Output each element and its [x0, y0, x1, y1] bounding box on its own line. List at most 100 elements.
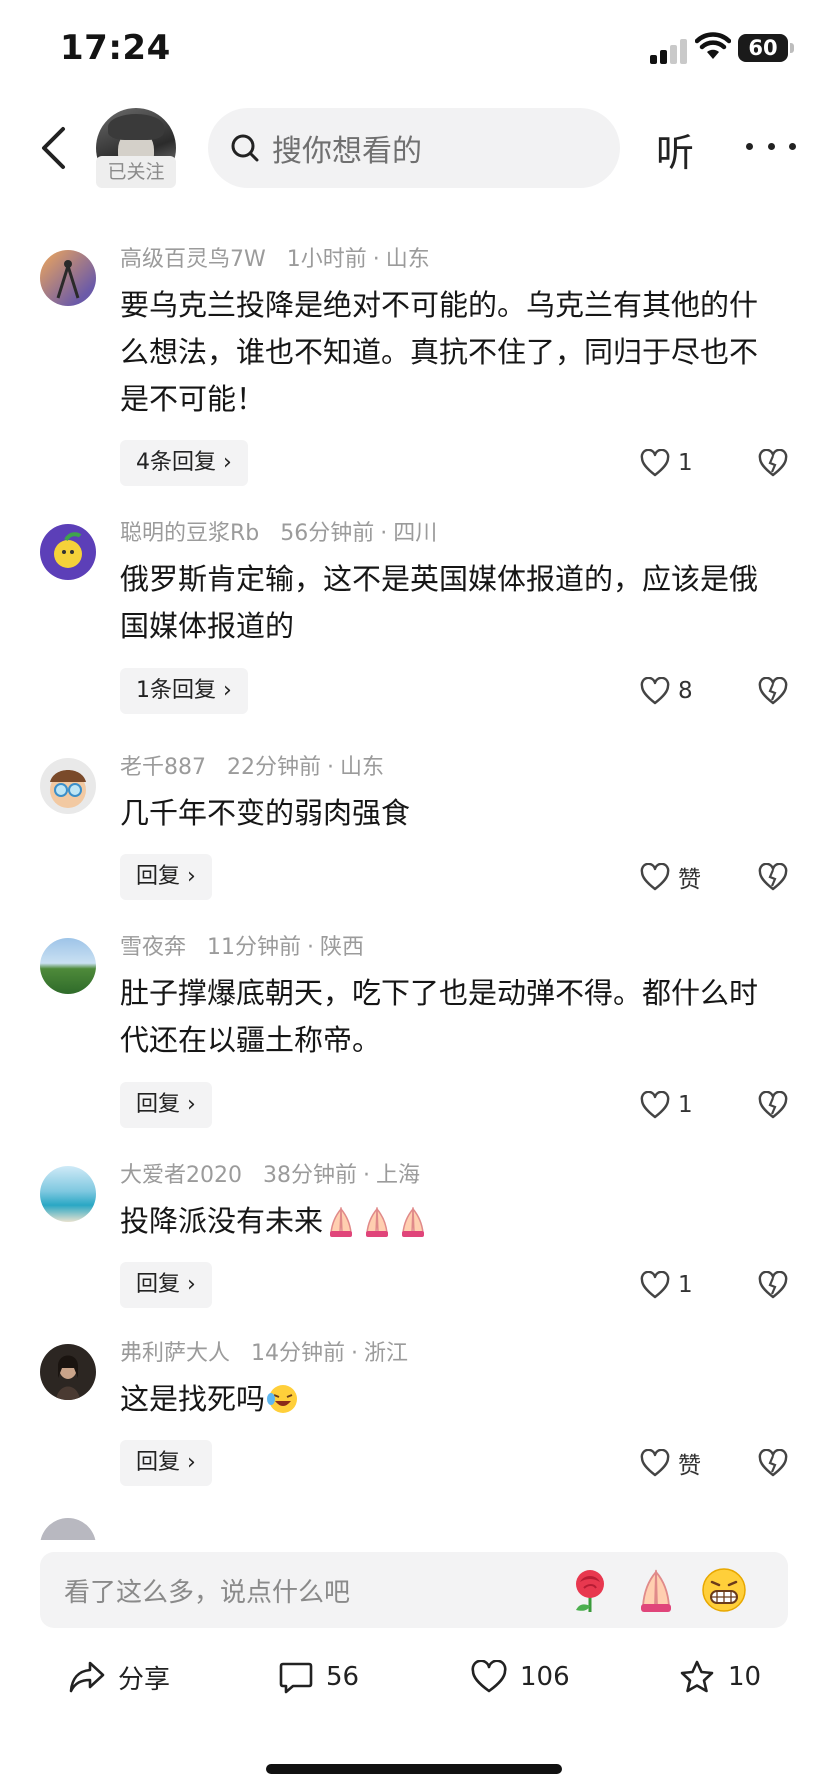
comment-item: 老千887 22分钟前 · 山东 几千年不变的弱肉强食 回复 › 赞 — [0, 752, 828, 902]
heart-icon — [640, 677, 670, 705]
broken-heart-icon — [758, 863, 788, 891]
comment-item: 高级百灵鸟7W 1小时前 · 山东 要乌克兰投降是绝对不可能的。乌克兰有其他的什么想… — [0, 244, 828, 486]
like-button[interactable]: 赞 — [640, 854, 701, 900]
username[interactable]: 雪夜奔 — [120, 935, 186, 960]
like-button[interactable]: 1 — [640, 1262, 693, 1308]
user-avatar[interactable] — [40, 938, 96, 994]
follow-status-badge[interactable]: 已关注 — [96, 156, 176, 188]
battery-icon: 60 — [738, 34, 794, 62]
comment-time: 22分钟前 — [227, 755, 321, 780]
dislike-button[interactable] — [758, 1440, 788, 1486]
share-icon — [69, 1661, 105, 1693]
like-button[interactable]: 1 — [640, 1082, 693, 1128]
reply-button[interactable]: 回复 › — [120, 1082, 212, 1128]
share-button[interactable]: 分享 — [68, 1652, 170, 1702]
praying-hands-emoji-icon — [330, 1206, 353, 1237]
comments-button[interactable]: 56 — [278, 1652, 359, 1702]
home-indicator[interactable] — [266, 1764, 562, 1774]
like-count: 1 — [678, 1272, 693, 1298]
view-replies-button[interactable]: 1条回复 › — [120, 668, 248, 714]
comment-item-partial — [0, 1518, 828, 1540]
heart-icon — [640, 449, 670, 477]
comment-list[interactable]: 高级百灵鸟7W 1小时前 · 山东 要乌克兰投降是绝对不可能的。乌克兰有其他的什么想… — [0, 200, 828, 1540]
favorite-button[interactable]: 10 — [678, 1652, 761, 1702]
comment-time: 1小时前 — [286, 247, 367, 272]
heart-icon — [640, 1091, 670, 1119]
comment-location: 山东 — [340, 755, 385, 780]
comment-text: 俄罗斯肯定输，这不是英国媒体报道的，应该是俄国媒体报道的 — [120, 562, 759, 643]
comment-location: 四川 — [393, 521, 438, 546]
listen-button[interactable]: 听 — [656, 122, 694, 177]
broken-heart-icon — [758, 1091, 788, 1119]
comment-item: 聪明的豆浆Rb 56分钟前 · 四川 俄罗斯肯定输，这不是英国媒体报道的，应该是俄国… — [0, 518, 828, 718]
username[interactable]: 聪明的豆浆Rb — [120, 521, 259, 546]
username[interactable]: 大爱者2020 — [120, 1163, 242, 1188]
dislike-button[interactable] — [758, 1082, 788, 1128]
comment-location: 山东 — [385, 247, 430, 272]
comment-item: 雪夜奔 11分钟前 · 陕西 肚子撑爆底朝天，吃下了也是动弹不得。都什么时代还在以疆… — [0, 932, 828, 1132]
like-count: 106 — [520, 1662, 570, 1692]
comment-item: 弗利萨大人 14分钟前 · 浙江 这是找死吗 回复 › 赞 — [0, 1338, 828, 1488]
dislike-button[interactable] — [758, 440, 788, 486]
dislike-button[interactable] — [758, 854, 788, 900]
username[interactable]: 老千887 — [120, 755, 206, 780]
comment-time: 14分钟前 — [251, 1341, 346, 1366]
search-input[interactable]: 搜你想看的 — [208, 108, 620, 188]
like-count: 1 — [678, 450, 693, 476]
broken-heart-icon — [758, 1271, 788, 1299]
search-icon — [231, 134, 259, 162]
heart-icon — [640, 1449, 670, 1477]
user-avatar[interactable] — [40, 524, 96, 580]
comment-input-field[interactable]: 看了这么多，说点什么吧 — [40, 1552, 788, 1628]
heart-icon — [640, 863, 670, 891]
like-button[interactable]: 1 — [640, 440, 693, 486]
user-avatar[interactable] — [40, 758, 96, 814]
comment-meta: 大爱者2020 38分钟前 · 上海 — [120, 1163, 421, 1188]
grinning-face-emoji-icon[interactable] — [700, 1566, 748, 1614]
like-button[interactable]: 8 — [640, 668, 693, 714]
dislike-button[interactable] — [758, 668, 788, 714]
reply-button[interactable]: 回复 › — [120, 1262, 212, 1308]
rose-emoji-icon[interactable] — [566, 1566, 614, 1614]
user-avatar[interactable] — [40, 1518, 96, 1540]
comment-location: 浙江 — [364, 1341, 409, 1366]
chevron-left-icon — [42, 127, 65, 169]
like-post-button[interactable]: 106 — [470, 1652, 570, 1702]
star-icon — [680, 1660, 714, 1693]
like-button[interactable]: 赞 — [640, 1440, 701, 1486]
reply-button[interactable]: 回复 › — [120, 1440, 212, 1486]
laughing-crying-emoji-icon — [267, 1385, 298, 1413]
heart-icon — [471, 1660, 507, 1693]
praying-hands-emoji-icon — [402, 1206, 425, 1237]
reply-button[interactable]: 回复 › — [120, 854, 212, 900]
comment-text: 投降派没有未来 — [120, 1204, 324, 1238]
comment-count: 56 — [326, 1662, 360, 1692]
comment-meta: 雪夜奔 11分钟前 · 陕西 — [120, 935, 365, 960]
status-bar: 17:24 60 — [0, 0, 828, 100]
praying-hands-emoji-icon[interactable] — [632, 1566, 680, 1614]
comment-meta: 聪明的豆浆Rb 56分钟前 · 四川 — [120, 521, 438, 546]
like-count: 8 — [678, 678, 693, 704]
view-replies-button[interactable]: 4条回复 › — [120, 440, 248, 486]
favorite-count: 10 — [728, 1662, 762, 1692]
dislike-button[interactable] — [758, 1262, 788, 1308]
comment-meta: 弗利萨大人 14分钟前 · 浙江 — [120, 1341, 409, 1366]
comment-text: 要乌克兰投降是绝对不可能的。乌克兰有其他的什么想法，谁也不知道。真抗不住了，同归… — [120, 288, 759, 416]
like-count: 赞 — [678, 1453, 701, 1479]
comment-time: 38分钟前 — [263, 1163, 357, 1188]
user-avatar[interactable] — [40, 1344, 96, 1400]
user-avatar[interactable] — [40, 250, 96, 306]
search-placeholder: 搜你想看的 — [272, 134, 422, 169]
username[interactable]: 高级百灵鸟7W — [120, 247, 266, 272]
like-count: 赞 — [678, 867, 701, 893]
comment-meta: 老千887 22分钟前 · 山东 — [120, 755, 385, 780]
broken-heart-icon — [758, 1449, 788, 1477]
bottom-action-bar: 分享 56 106 10 — [0, 1642, 828, 1712]
comment-text: 几千年不变的弱肉强食 — [120, 796, 411, 830]
comment-input-placeholder: 看了这么多，说点什么吧 — [64, 1578, 351, 1608]
more-options-button[interactable] — [746, 126, 796, 166]
user-avatar[interactable] — [40, 1166, 96, 1222]
username[interactable]: 弗利萨大人 — [120, 1341, 230, 1366]
comment-time: 11分钟前 — [207, 935, 302, 960]
back-button[interactable] — [28, 120, 78, 176]
